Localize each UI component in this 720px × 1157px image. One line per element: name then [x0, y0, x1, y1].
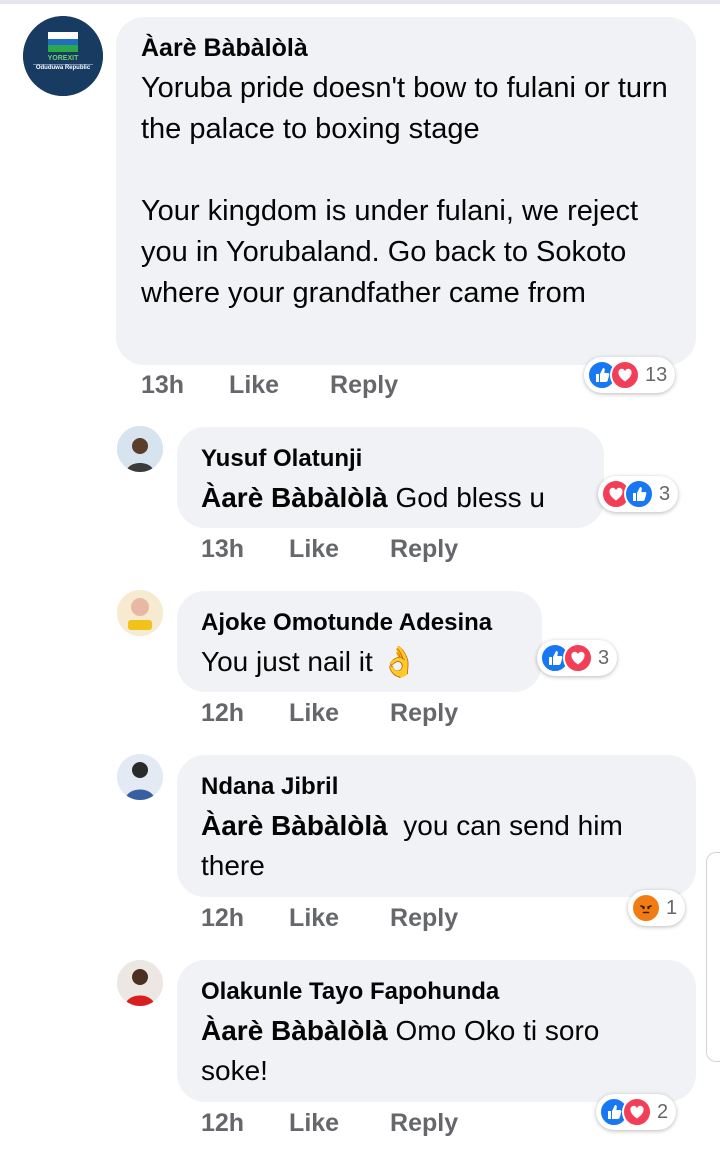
reply-timestamp: 12h: [201, 904, 245, 932]
avatar[interactable]: [117, 590, 163, 636]
reply-timestamp: 13h: [201, 535, 245, 563]
reaction-count: 3: [659, 482, 671, 505]
reply-text: You just nail it 👌: [201, 642, 531, 682]
avatar[interactable]: [117, 960, 163, 1006]
like-button[interactable]: Like: [229, 371, 279, 399]
reply-meta: 12h Like Reply: [201, 699, 458, 728]
reply-author[interactable]: Ndana Jibril: [201, 773, 338, 801]
reaction-summary[interactable]: 13: [584, 357, 676, 393]
avatar[interactable]: YOREXIT Oduduwa Republic: [23, 16, 103, 96]
reply-author[interactable]: Olakunle Tayo Fapohunda: [201, 978, 499, 1006]
top-divider: [0, 0, 720, 4]
comment-author[interactable]: Àarè Bàbàlòlà: [141, 34, 308, 63]
comment-text-paragraph-1: Yoruba pride doesn't bow to fulani or tu…: [141, 72, 668, 145]
reply-meta: 12h Like Reply: [201, 904, 458, 933]
reply-author[interactable]: Ajoke Omotunde Adesina: [201, 609, 492, 637]
reply-button[interactable]: Reply: [390, 1109, 458, 1137]
reaction-summary[interactable]: 1: [628, 890, 686, 926]
like-icon: [624, 479, 654, 509]
reply-button[interactable]: Reply: [390, 535, 458, 563]
reply-timestamp: 12h: [201, 699, 245, 727]
reply-timestamp: 12h: [201, 1109, 245, 1137]
love-icon: [610, 360, 640, 390]
reaction-summary[interactable]: 2: [596, 1094, 677, 1130]
angry-icon: [631, 893, 661, 923]
reaction-summary[interactable]: 3: [598, 476, 679, 512]
love-icon: [563, 643, 593, 673]
reply-meta: 12h Like Reply: [201, 1109, 458, 1138]
reply-button[interactable]: Reply: [390, 699, 458, 727]
avatar-text-republic: Oduduwa Republic: [35, 65, 91, 71]
avatar-text-yorexit: YOREXIT: [47, 55, 79, 62]
reply-button[interactable]: Reply: [330, 371, 398, 399]
reply-body: You just nail it: [201, 646, 381, 677]
reply-text: Àarè Bàbàlòlà God bless u: [201, 478, 591, 518]
reply-text: Àarè Bàbàlòlà you can send him there: [201, 806, 681, 886]
reaction-summary[interactable]: 3: [537, 640, 618, 676]
like-button[interactable]: Like: [289, 904, 339, 932]
like-button[interactable]: Like: [289, 535, 339, 563]
avatar[interactable]: [117, 754, 163, 800]
like-button[interactable]: Like: [289, 699, 339, 727]
avatar[interactable]: [117, 426, 163, 472]
reply-author[interactable]: Yusuf Olatunji: [201, 445, 362, 473]
love-icon: [622, 1097, 652, 1127]
comment-timestamp: 13h: [141, 371, 185, 399]
mention-link[interactable]: Àarè Bàbàlòlà: [201, 1015, 388, 1046]
reply-body: God bless u: [387, 482, 545, 513]
reaction-count: 3: [598, 646, 610, 669]
reply-button[interactable]: Reply: [390, 904, 458, 932]
comment-text-paragraph-2: Your kingdom is under fulani, we reject …: [141, 195, 639, 309]
mention-link[interactable]: Àarè Bàbàlòlà: [201, 810, 388, 841]
mention-link[interactable]: Àarè Bàbàlòlà: [201, 482, 388, 513]
reaction-count: 13: [645, 363, 668, 386]
reaction-count: 1: [666, 896, 678, 919]
like-button[interactable]: Like: [289, 1109, 339, 1137]
ok-hand-emoji: 👌: [380, 646, 418, 679]
comment-meta: 13h Like Reply: [141, 371, 398, 400]
reply-text: Àarè Bàbàlòlà Omo Oko ti soro soke!: [201, 1011, 671, 1091]
scroll-panel-edge[interactable]: [706, 852, 720, 1062]
reaction-count: 2: [657, 1100, 669, 1123]
reply-meta: 13h Like Reply: [201, 535, 458, 564]
